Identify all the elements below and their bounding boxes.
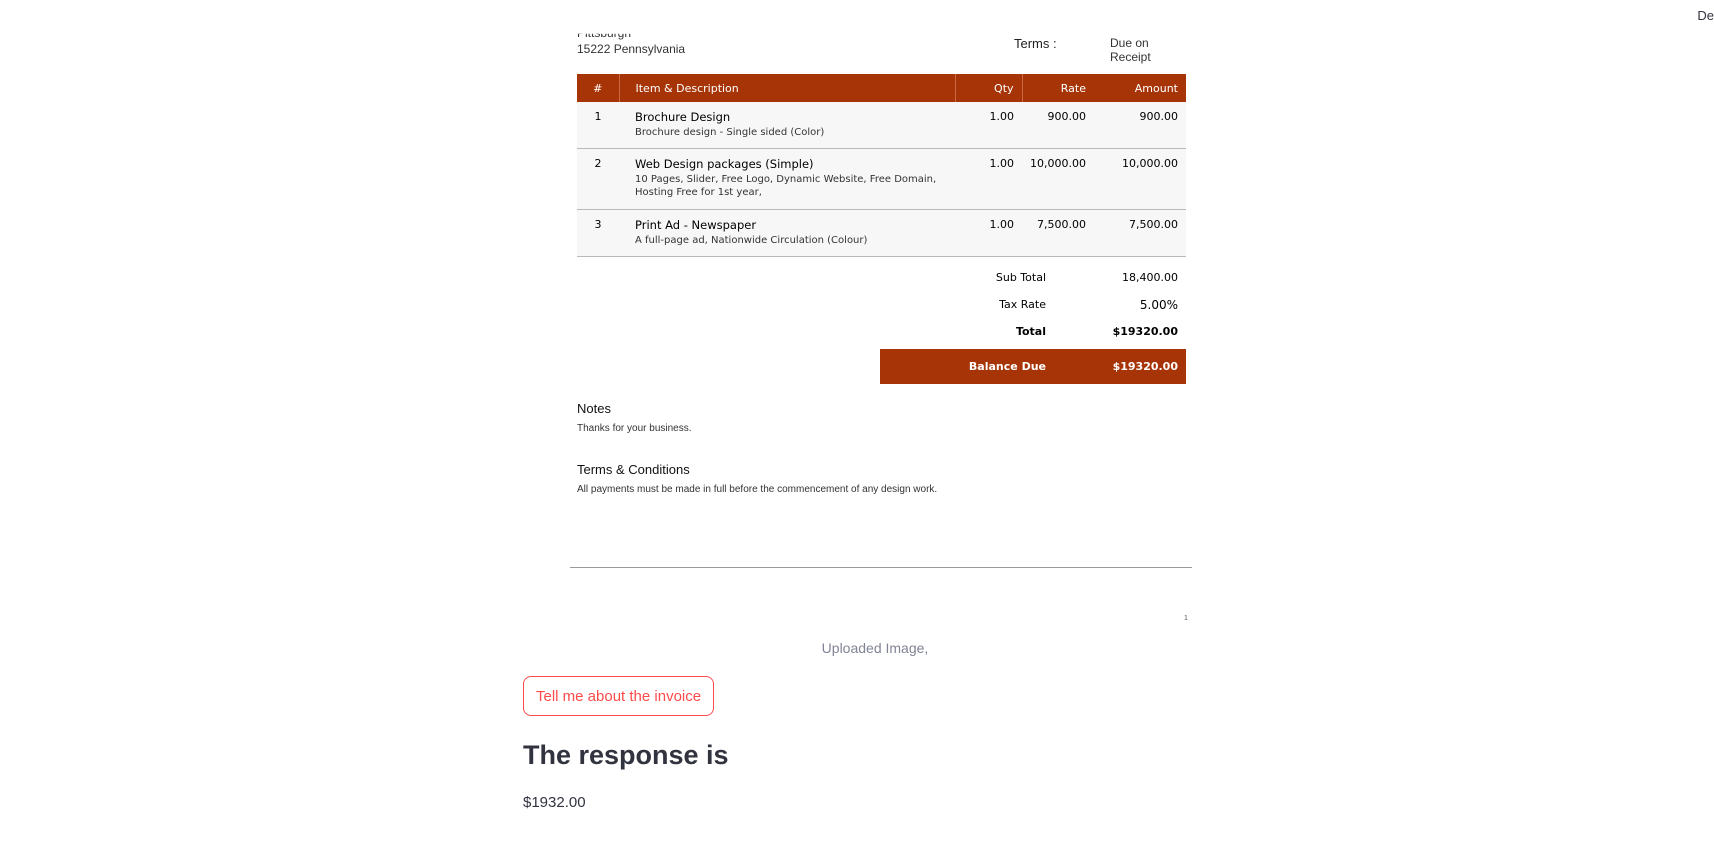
row-qty: 1.00 bbox=[955, 209, 1023, 257]
invoice-address: 15222 Pennsylvania bbox=[577, 42, 686, 56]
item-title: Print Ad - Newspaper bbox=[635, 217, 757, 232]
row-rate: 10,000.00 bbox=[1022, 148, 1094, 210]
header-qty: Qty bbox=[955, 74, 1023, 102]
header-amount: Amount bbox=[1094, 74, 1186, 102]
terms-conditions-text: All payments must be made in full before… bbox=[577, 484, 938, 495]
response-value: $1932.00 bbox=[523, 794, 586, 811]
total-label: Total bbox=[1015, 325, 1046, 338]
balance-due-value: $19320.00 bbox=[1112, 360, 1178, 373]
item-title: Web Design packages (Simple) bbox=[635, 156, 814, 171]
invoice-terms-label: Terms : bbox=[1014, 36, 1057, 51]
row-number: 1 bbox=[577, 102, 619, 149]
item-description: Brochure design - Single sided (Color) bbox=[635, 127, 825, 138]
row-number: 3 bbox=[577, 209, 619, 257]
row-amount: 900.00 bbox=[1094, 102, 1186, 149]
tax-label: Tax Rate bbox=[999, 298, 1046, 311]
row-qty: 1.00 bbox=[955, 148, 1023, 210]
tax-value: 5.00% bbox=[1139, 297, 1178, 312]
terms-conditions-title: Terms & Conditions bbox=[577, 462, 690, 477]
table-row: 1 Brochure Design Brochure design - Sing… bbox=[577, 102, 1186, 149]
invoice-page-number: 1 bbox=[1184, 615, 1188, 622]
invoice-city-partial: Pittsburgh bbox=[577, 28, 632, 40]
corner-text: De bbox=[1697, 8, 1714, 23]
header-rate: Rate bbox=[1022, 74, 1094, 102]
subtotal-row: Sub Total 18,400.00 bbox=[880, 264, 1186, 291]
row-amount: 7,500.00 bbox=[1094, 209, 1186, 257]
invoice-items-table: # Item & Description Qty Rate Amount 1 B… bbox=[577, 74, 1186, 257]
row-rate: 900.00 bbox=[1022, 102, 1094, 149]
row-qty: 1.00 bbox=[955, 102, 1023, 149]
total-value: $19320.00 bbox=[1112, 325, 1178, 338]
subtotal-value: 18,400.00 bbox=[1122, 271, 1178, 284]
total-row: Total $19320.00 bbox=[880, 318, 1186, 345]
row-amount: 10,000.00 bbox=[1094, 148, 1186, 210]
invoice-totals: Sub Total 18,400.00 Tax Rate 5.00% Total… bbox=[880, 264, 1186, 384]
notes-title: Notes bbox=[577, 401, 611, 416]
item-description: A full-page ad, Nationwide Circulation (… bbox=[635, 234, 868, 246]
tell-me-about-invoice-button[interactable]: Tell me about the invoice bbox=[523, 676, 715, 716]
notes-text: Thanks for your business. bbox=[577, 423, 692, 434]
uploaded-invoice-image: Pittsburgh 15222 Pennsylvania Terms : Du… bbox=[570, 28, 1192, 638]
response-heading: The response is bbox=[523, 740, 729, 770]
header-number: # bbox=[577, 74, 620, 102]
item-description: 10 Pages, Slider, Free Logo, Dynamic Web… bbox=[635, 173, 937, 199]
item-title: Brochure Design bbox=[635, 110, 731, 124]
balance-due-label: Balance Due bbox=[968, 360, 1046, 373]
row-item: Brochure Design Brochure design - Single… bbox=[619, 102, 956, 149]
invoice-footer-divider bbox=[570, 567, 1192, 568]
invoice-terms-value: Due on Receipt bbox=[1110, 36, 1151, 64]
row-item: Print Ad - Newspaper A full-page ad, Nat… bbox=[619, 209, 956, 257]
table-row: 3 Print Ad - Newspaper A full-page ad, N… bbox=[577, 209, 1186, 257]
tax-row: Tax Rate 5.00% bbox=[880, 291, 1186, 318]
table-header-row: # Item & Description Qty Rate Amount bbox=[577, 74, 1186, 102]
row-item: Web Design packages (Simple) 10 Pages, S… bbox=[619, 148, 956, 210]
balance-due-row: Balance Due $19320.00 bbox=[880, 349, 1186, 384]
row-rate: 7,500.00 bbox=[1022, 209, 1094, 257]
row-number: 2 bbox=[577, 148, 619, 210]
header-item: Item & Description bbox=[619, 74, 956, 102]
table-row: 2 Web Design packages (Simple) 10 Pages,… bbox=[577, 148, 1186, 210]
subtotal-label: Sub Total bbox=[995, 271, 1046, 284]
image-caption: Uploaded Image, bbox=[821, 640, 929, 656]
